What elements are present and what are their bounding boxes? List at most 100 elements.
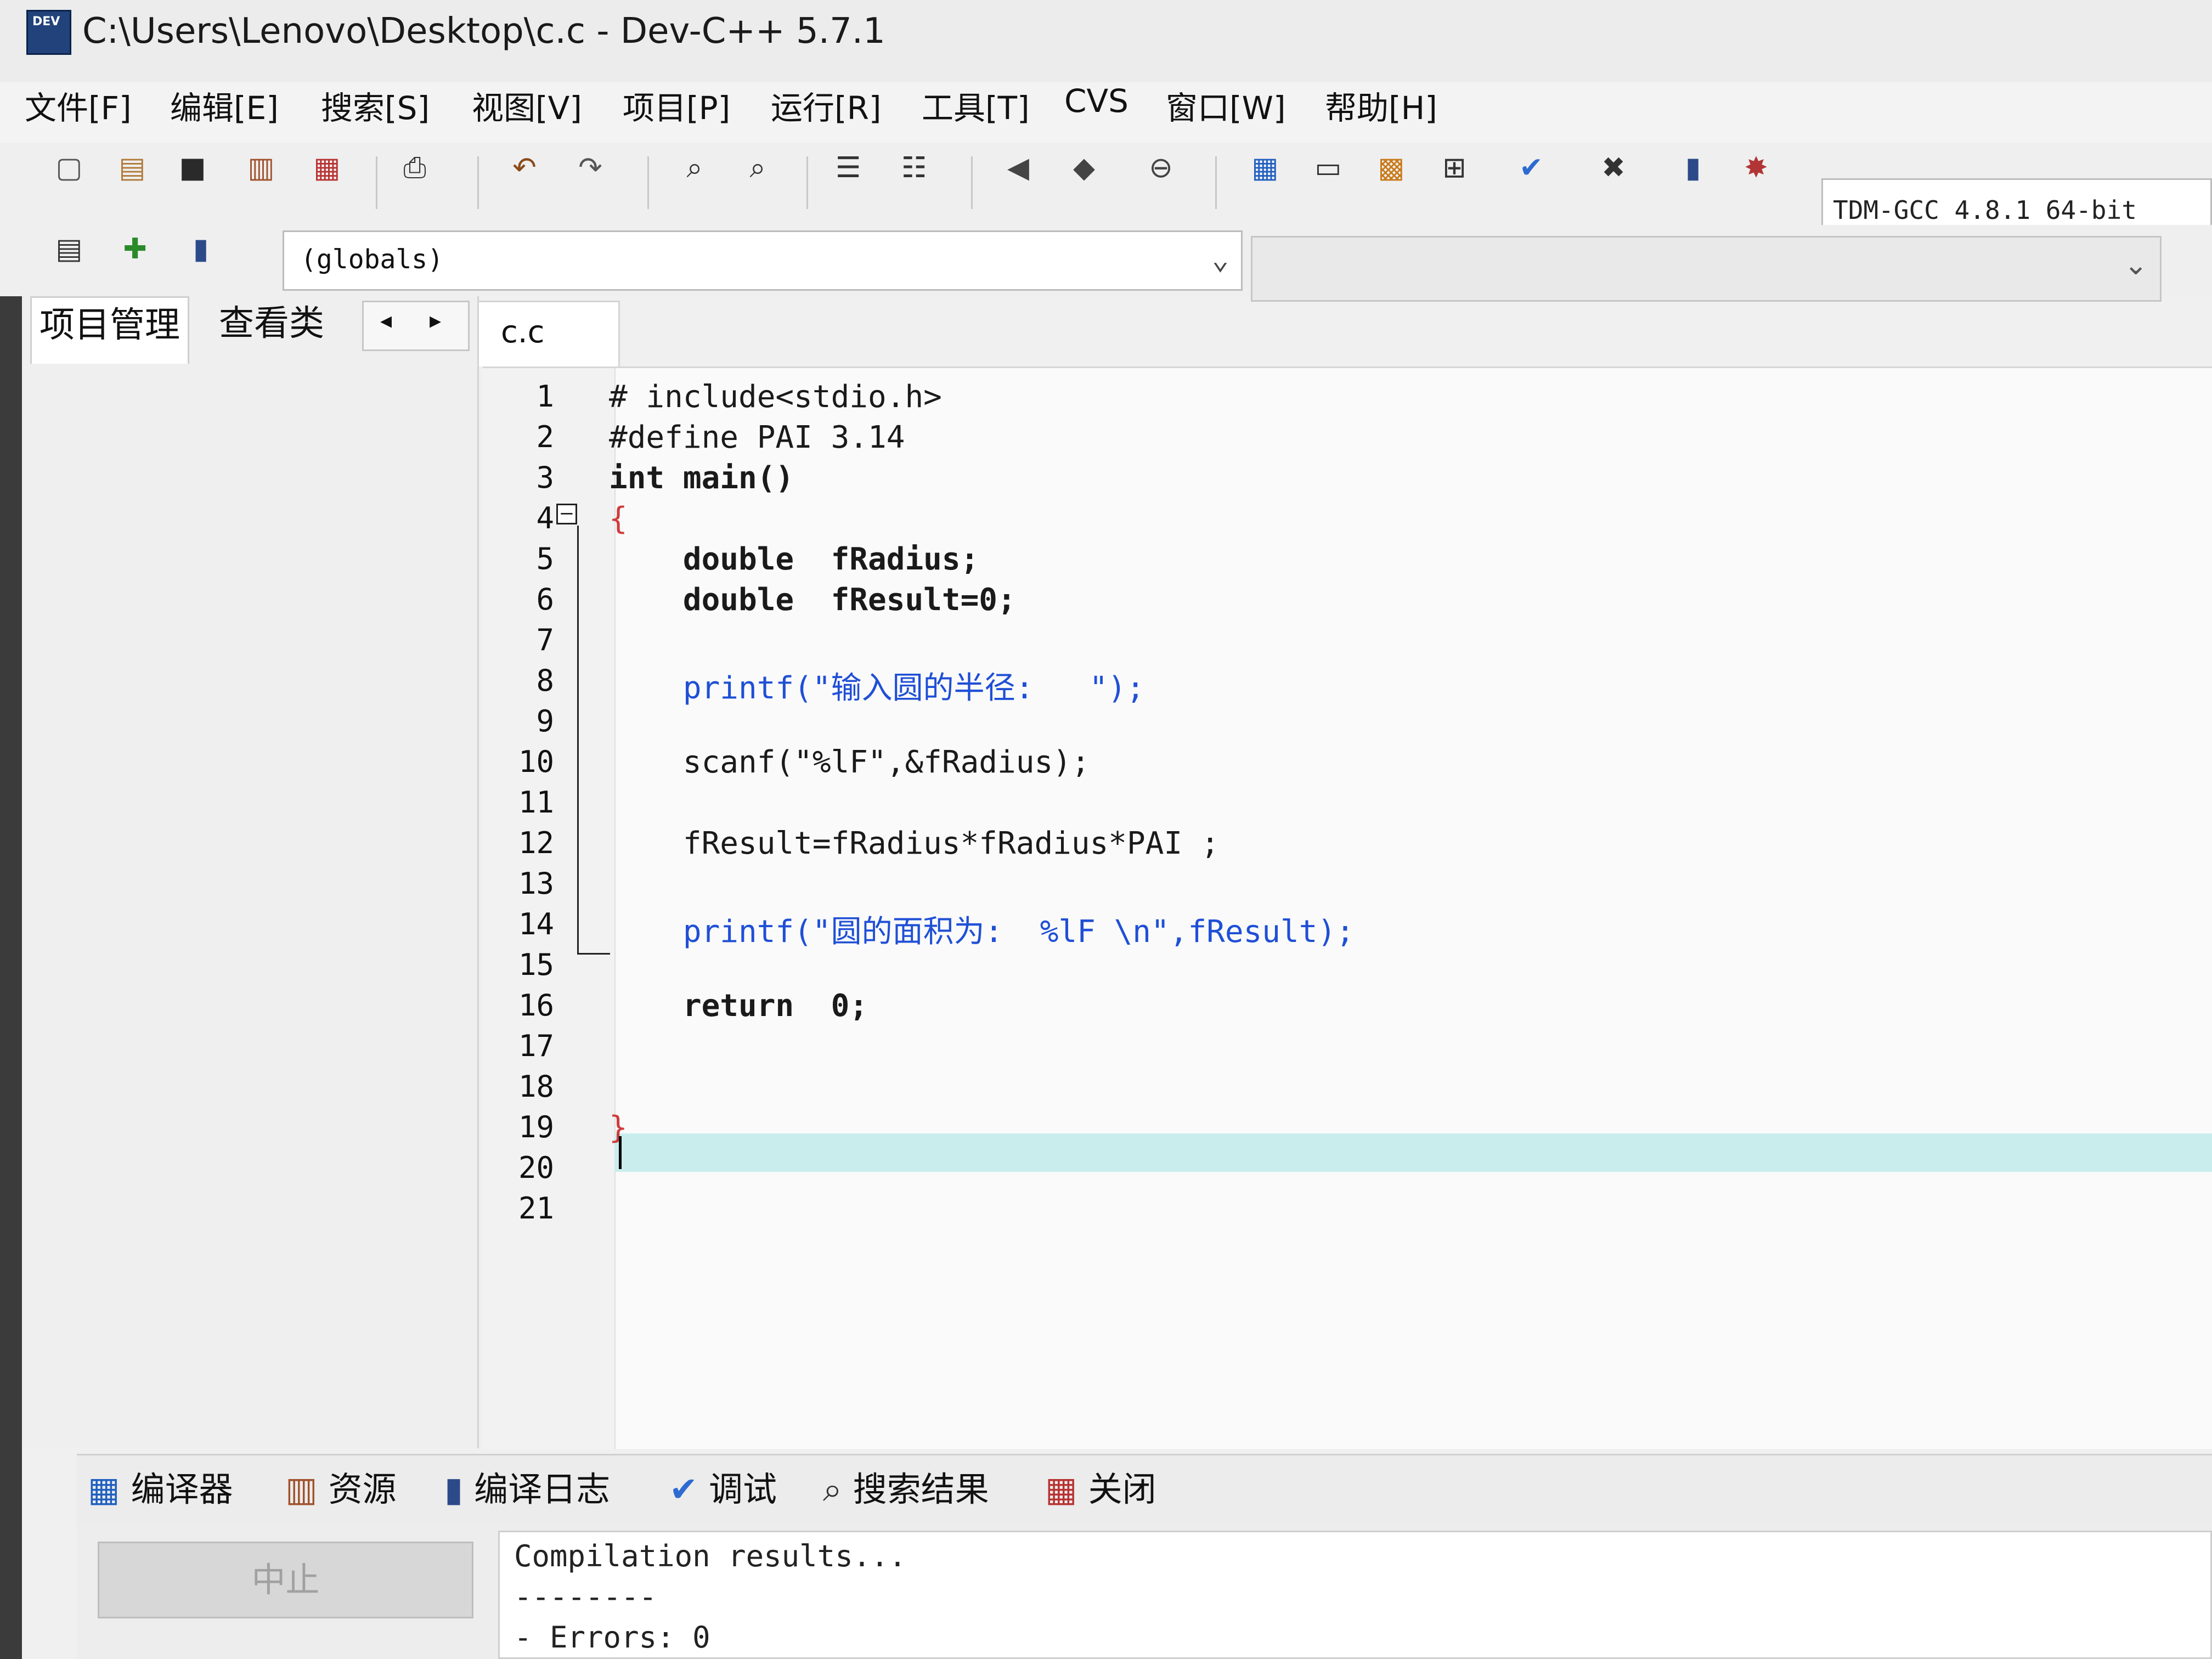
goto-icon[interactable]: ▮ <box>181 229 221 269</box>
tab-class-view[interactable]: 查看类 <box>211 296 332 362</box>
code-line: #define PAI 3.14 <box>609 420 905 455</box>
line-number: 19 <box>518 1110 554 1144</box>
profile-icon[interactable]: ▮ <box>1673 148 1713 188</box>
code-line: } <box>609 1110 628 1146</box>
compile-log-icon: ▮ <box>444 1469 464 1509</box>
bookmark-prev-icon[interactable]: ◀ <box>998 148 1038 188</box>
menu-search[interactable]: 搜索[S] <box>321 82 430 128</box>
toolbar-separator <box>647 156 649 209</box>
line-number: 16 <box>518 988 554 1023</box>
menu-window[interactable]: 窗口[W] <box>1166 82 1286 128</box>
menu-file[interactable]: 文件[F] <box>25 82 132 128</box>
code-line: printf("输入圆的半径: "); <box>609 670 1145 706</box>
line-number: 17 <box>518 1029 554 1063</box>
tab-debug[interactable]: ✔ 调试 <box>669 1459 777 1520</box>
scope-select[interactable]: (globals) ⌄ <box>283 230 1243 291</box>
save-icon[interactable]: ■ <box>173 148 212 188</box>
add-icon[interactable]: ✚ <box>115 229 155 269</box>
new-file-icon[interactable]: ▢ <box>49 148 89 188</box>
arrow-right-icon[interactable]: ▸ <box>430 307 441 334</box>
code-line: # include<stdio.h> <box>609 379 942 415</box>
menu-cvs[interactable]: CVS <box>1064 82 1128 120</box>
toolbar-separator <box>1215 156 1217 209</box>
menu-run[interactable]: 运行[R] <box>771 82 882 128</box>
line-number: 6 <box>536 582 554 617</box>
chevron-down-icon: ⌄ <box>2124 249 2148 281</box>
code-editor[interactable]: − 1 2 3 4 5 6 7 8 9 10 11 12 13 14 15 16… <box>483 366 2212 1449</box>
tab-close[interactable]: ▦ 关闭 <box>1045 1459 1156 1520</box>
save-all-icon[interactable]: ▥ <box>241 148 281 188</box>
menu-tools[interactable]: 工具[T] <box>922 82 1030 128</box>
tab-compile-log-label: 编译日志 <box>474 1469 611 1509</box>
tab-search-results-label: 搜索结果 <box>853 1469 989 1509</box>
code-line: fResult=fRadius*fRadius*PAI ; <box>609 826 1220 861</box>
left-panel <box>22 296 479 1448</box>
compile-log-output: Compilation results... -------- - Errors… <box>498 1531 2212 1659</box>
editor-tab-c-c[interactable]: c.c <box>477 301 620 366</box>
line-number: 21 <box>518 1191 554 1226</box>
line-number: 20 <box>518 1150 554 1185</box>
line-number: 3 <box>536 460 554 495</box>
undo-icon[interactable]: ↶ <box>505 148 544 188</box>
line-number: 12 <box>518 826 554 860</box>
unindent-icon[interactable]: ☷ <box>894 148 934 188</box>
devcpp-logo-icon: DEV <box>26 10 71 55</box>
menu-help[interactable]: 帮助[H] <box>1325 82 1437 128</box>
indent-icon[interactable]: ☰ <box>828 148 868 188</box>
rebuild-icon[interactable]: ⊞ <box>1435 148 1474 188</box>
line-number: 15 <box>518 947 554 982</box>
text-caret <box>619 1136 622 1169</box>
syntax-check-icon[interactable]: ✔ <box>1511 148 1551 188</box>
line-number: 13 <box>518 866 554 901</box>
line-number: 4 <box>536 501 554 535</box>
stop-execution-icon[interactable]: ✖ <box>1594 148 1633 188</box>
toggle-bookmark-icon[interactable]: ⊖ <box>1141 148 1181 188</box>
toolbar-separator <box>806 156 808 209</box>
print-icon[interactable]: ⎙ <box>395 148 435 188</box>
code-line: return 0; <box>609 988 868 1024</box>
code-line: printf("圆的面积为: %lF \n",fResult); <box>609 914 1355 950</box>
tab-project-manager[interactable]: 项目管理 <box>30 296 189 364</box>
menu-view[interactable]: 视图[V] <box>472 82 582 128</box>
replace-icon[interactable]: ⌕ <box>738 148 777 188</box>
tab-close-label: 关闭 <box>1088 1469 1156 1509</box>
line-number: 11 <box>518 785 554 820</box>
line-number: 9 <box>536 704 554 738</box>
tab-resources[interactable]: ▥ 资源 <box>285 1459 397 1520</box>
code-line: double fResult=0; <box>609 582 1016 618</box>
line-number: 14 <box>518 907 554 941</box>
code-line: scanf("%lF",&fRadius); <box>609 744 1090 780</box>
compiler-icon: ▦ <box>88 1469 120 1509</box>
devcpp-logo-text: DEV <box>32 15 60 29</box>
compile-run-icon[interactable]: ▩ <box>1372 148 1411 188</box>
title-bar: DEV C:\Users\Lenovo\Desktop\c.c - Dev-C+… <box>0 0 2212 83</box>
line-number: 7 <box>536 623 554 657</box>
line-number: 10 <box>518 744 554 779</box>
toolbar-separator <box>477 156 479 209</box>
arrow-left-icon[interactable]: ◂ <box>380 307 392 334</box>
resources-icon: ▥ <box>285 1469 318 1509</box>
compile-icon[interactable]: ▦ <box>1245 148 1285 188</box>
bookmark-next-icon[interactable]: ◆ <box>1064 148 1104 188</box>
abort-button[interactable]: 中止 <box>98 1542 473 1618</box>
run-icon[interactable]: ▭ <box>1308 148 1348 188</box>
tab-compiler-label: 编译器 <box>131 1469 233 1509</box>
line-number: 5 <box>536 541 554 576</box>
find-icon[interactable]: ⌕ <box>675 148 714 188</box>
debug-icon: ✔ <box>669 1469 698 1509</box>
toolbar-separator <box>376 156 377 209</box>
open-file-icon[interactable]: ▤ <box>112 148 152 188</box>
member-select[interactable]: ⌄ <box>1251 236 2162 302</box>
menu-edit[interactable]: 编辑[E] <box>170 82 279 128</box>
delete-profile-icon[interactable]: ✸ <box>1736 148 1776 188</box>
tab-compiler[interactable]: ▦ 编译器 <box>88 1459 233 1520</box>
line-number: 8 <box>536 663 554 698</box>
tab-search-results[interactable]: ⌕ 搜索结果 <box>823 1459 989 1520</box>
menu-project[interactable]: 项目[P] <box>623 82 730 128</box>
fold-collapse-icon[interactable]: − <box>556 504 577 524</box>
tab-compile-log[interactable]: ▮ 编译日志 <box>444 1459 610 1520</box>
redo-icon[interactable]: ↷ <box>571 148 610 188</box>
log-line: Compilation results... <box>514 1539 907 1573</box>
close-file-icon[interactable]: ▦ <box>307 148 347 188</box>
insert-icon[interactable]: ▤ <box>49 229 89 269</box>
